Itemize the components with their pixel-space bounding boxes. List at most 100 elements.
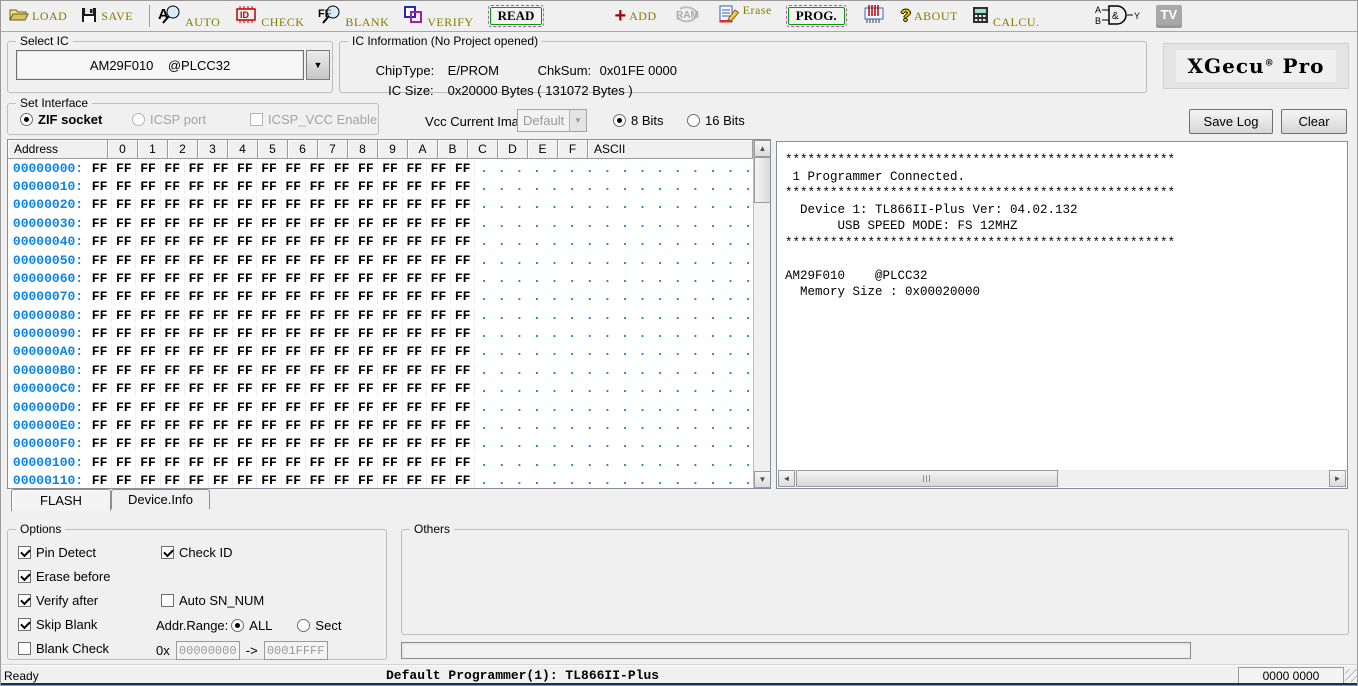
byte-cell[interactable]: FF	[185, 253, 209, 268]
byte-cell[interactable]: FF	[233, 400, 257, 415]
hex-row[interactable]: 00000100:FFFFFFFFFFFFFFFFFFFFFFFFFFFFFFF…	[8, 453, 753, 471]
byte-cell[interactable]: FF	[306, 326, 330, 341]
byte-cell[interactable]: FF	[330, 216, 354, 231]
byte-cell[interactable]: FF	[427, 271, 451, 286]
byte-cell[interactable]: FF	[306, 289, 330, 304]
byte-column-header[interactable]: 3	[198, 140, 228, 159]
byte-cell[interactable]: FF	[257, 381, 281, 396]
byte-cell[interactable]: FF	[306, 418, 330, 433]
byte-cell[interactable]: FF	[209, 161, 233, 176]
byte-cell[interactable]: FF	[88, 473, 112, 488]
byte-cell[interactable]: FF	[306, 161, 330, 176]
byte-column-header[interactable]: B	[438, 140, 468, 159]
byte-cell[interactable]: FF	[378, 400, 402, 415]
byte-cell[interactable]: FF	[209, 289, 233, 304]
byte-cell[interactable]: FF	[378, 344, 402, 359]
byte-column-header[interactable]: 6	[288, 140, 318, 159]
byte-cell[interactable]: FF	[136, 179, 160, 194]
byte-cell[interactable]: FF	[88, 161, 112, 176]
byte-cell[interactable]: FF	[330, 271, 354, 286]
byte-cell[interactable]: FF	[185, 455, 209, 470]
byte-cell[interactable]: FF	[427, 363, 451, 378]
byte-cell[interactable]: FF	[306, 271, 330, 286]
byte-cell[interactable]: FF	[161, 197, 185, 212]
byte-cell[interactable]: FF	[88, 289, 112, 304]
byte-cell[interactable]: FF	[378, 253, 402, 268]
byte-cell[interactable]: FF	[451, 161, 475, 176]
byte-cell[interactable]: FF	[161, 381, 185, 396]
byte-cell[interactable]: FF	[330, 161, 354, 176]
byte-cell[interactable]: FF	[427, 473, 451, 488]
byte-cell[interactable]: FF	[330, 326, 354, 341]
byte-cell[interactable]: FF	[282, 308, 306, 323]
byte-cell[interactable]: FF	[282, 179, 306, 194]
byte-cell[interactable]: FF	[282, 344, 306, 359]
byte-cell[interactable]: FF	[257, 289, 281, 304]
byte-cell[interactable]: FF	[112, 326, 136, 341]
add-button[interactable]: + ADD	[614, 1, 656, 31]
log-panel[interactable]: ****************************************…	[776, 141, 1348, 489]
byte-cell[interactable]: FF	[136, 418, 160, 433]
byte-cell[interactable]: FF	[427, 455, 451, 470]
byte-cell[interactable]: FF	[88, 400, 112, 415]
byte-cell[interactable]: FF	[209, 455, 233, 470]
byte-cell[interactable]: FF	[88, 326, 112, 341]
byte-cell[interactable]: FF	[330, 400, 354, 415]
byte-column-header[interactable]: E	[528, 140, 558, 159]
byte-cell[interactable]: FF	[112, 197, 136, 212]
byte-cell[interactable]: FF	[306, 363, 330, 378]
byte-cell[interactable]: FF	[161, 455, 185, 470]
erase-button[interactable]: Erase	[719, 1, 772, 31]
byte-column-header[interactable]: 1	[138, 140, 168, 159]
byte-cell[interactable]: FF	[282, 381, 306, 396]
byte-cell[interactable]: FF	[185, 179, 209, 194]
byte-cell[interactable]: FF	[354, 455, 378, 470]
hex-row[interactable]: 00000040:FFFFFFFFFFFFFFFFFFFFFFFFFFFFFFF…	[8, 233, 753, 251]
hex-row[interactable]: 00000070:FFFFFFFFFFFFFFFFFFFFFFFFFFFFFFF…	[8, 288, 753, 306]
byte-cell[interactable]: FF	[185, 271, 209, 286]
byte-cell[interactable]: FF	[451, 363, 475, 378]
byte-cell[interactable]: FF	[209, 216, 233, 231]
byte-cell[interactable]: FF	[161, 400, 185, 415]
scroll-up-button[interactable]: ▲	[754, 140, 771, 157]
byte-cell[interactable]: FF	[306, 455, 330, 470]
byte-cell[interactable]: FF	[378, 179, 402, 194]
calculator-button[interactable]: CALCU.	[972, 1, 1040, 31]
byte-cell[interactable]: FF	[354, 234, 378, 249]
byte-cell[interactable]: FF	[378, 473, 402, 488]
byte-cell[interactable]: FF	[88, 253, 112, 268]
hex-row[interactable]: 00000050:FFFFFFFFFFFFFFFFFFFFFFFFFFFFFFF…	[8, 251, 753, 269]
verify-button[interactable]: VERIFY	[403, 1, 473, 31]
hex-row[interactable]: 000000A0:FFFFFFFFFFFFFFFFFFFFFFFFFFFFFFF…	[8, 343, 753, 361]
byte-cell[interactable]: FF	[257, 344, 281, 359]
byte-cell[interactable]: FF	[427, 253, 451, 268]
byte-cell[interactable]: FF	[378, 197, 402, 212]
byte-cell[interactable]: FF	[112, 344, 136, 359]
byte-cell[interactable]: FF	[403, 289, 427, 304]
byte-cell[interactable]: FF	[233, 418, 257, 433]
tab-flash[interactable]: FLASH	[11, 489, 111, 511]
byte-cell[interactable]: FF	[330, 455, 354, 470]
ram-button[interactable]: RAM	[671, 1, 705, 31]
byte-cell[interactable]: FF	[233, 253, 257, 268]
byte-cell[interactable]: FF	[330, 381, 354, 396]
byte-column-header[interactable]: 9	[378, 140, 408, 159]
byte-cell[interactable]: FF	[306, 344, 330, 359]
vcc-imax-dropdown[interactable]: Default ▼	[517, 109, 587, 132]
byte-column-header[interactable]: A	[408, 140, 438, 159]
byte-cell[interactable]: FF	[185, 436, 209, 451]
byte-cell[interactable]: FF	[282, 253, 306, 268]
scroll-down-button[interactable]: ▼	[754, 471, 771, 488]
hex-row[interactable]: 000000C0:FFFFFFFFFFFFFFFFFFFFFFFFFFFFFFF…	[8, 380, 753, 398]
byte-cell[interactable]: FF	[136, 197, 160, 212]
byte-cell[interactable]: FF	[403, 161, 427, 176]
ascii-column-header[interactable]: ASCII	[588, 140, 753, 159]
byte-cell[interactable]: FF	[257, 216, 281, 231]
byte-cell[interactable]: FF	[88, 271, 112, 286]
byte-cell[interactable]: FF	[257, 436, 281, 451]
blank-check-button[interactable]: FF BLANK	[318, 1, 389, 31]
byte-cell[interactable]: FF	[209, 326, 233, 341]
byte-cell[interactable]: FF	[451, 234, 475, 249]
byte-cell[interactable]: FF	[354, 436, 378, 451]
byte-cell[interactable]: FF	[112, 289, 136, 304]
